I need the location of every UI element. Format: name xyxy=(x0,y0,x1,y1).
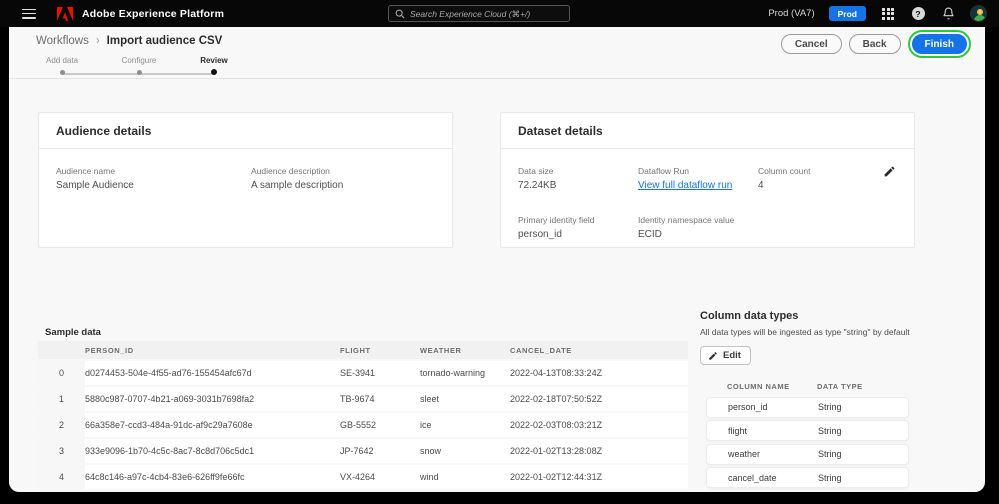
data-size-field: Data size 72.24KB xyxy=(518,166,556,191)
table-row: 4 64c8c146-a97c-4cb4-83e6-626ff9fe66fc V… xyxy=(38,465,688,489)
dataflow-run-field: Dataflow Run View full dataflow run xyxy=(638,166,732,191)
pencil-icon xyxy=(708,351,718,361)
user-avatar[interactable] xyxy=(970,5,987,22)
identity-namespace-field: Identity namespace value ECID xyxy=(638,215,734,240)
column-data-types-panel: Column data types All data types will be… xyxy=(700,310,924,491)
sample-data-title: Sample data xyxy=(45,327,101,338)
breadcrumb-workflows-link[interactable]: Workflows xyxy=(36,35,89,47)
hamburger-menu-icon[interactable] xyxy=(22,9,36,19)
audience-details-card: Audience details Audience name Sample Au… xyxy=(38,112,453,248)
back-button[interactable]: Back xyxy=(849,34,901,54)
column-count-field: Column count 4 xyxy=(758,166,810,191)
header-divider xyxy=(9,78,985,79)
finish-button-highlight: Finish xyxy=(908,30,971,58)
cancel-button[interactable]: Cancel xyxy=(781,34,842,54)
environment-label: Prod (VA7) xyxy=(768,8,814,19)
search-icon xyxy=(395,9,405,19)
environment-badge[interactable]: Prod xyxy=(829,6,866,21)
audience-description-field: Audience description A sample descriptio… xyxy=(251,166,343,191)
table-row: 0 d0274453-504e-4f55-ad76-155454afc67d S… xyxy=(38,361,688,385)
workflow-steps: Add data Configure Review xyxy=(29,56,239,78)
list-item: flight String xyxy=(706,420,909,441)
sample-data-table: PERSON_ID FLIGHT WEATHER CANCEL_DATE 0 d… xyxy=(38,341,688,492)
step-review[interactable]: Review xyxy=(181,56,247,75)
breadcrumb: Workflows › Import audience CSV xyxy=(36,35,222,47)
list-item: weather String xyxy=(706,444,909,465)
table-row: 3 933e9096-1b70-4c5c-8ac7-8c8d706c5dc1 J… xyxy=(38,439,688,463)
page-title: Import audience CSV xyxy=(107,35,223,47)
adobe-logo-icon xyxy=(56,6,73,21)
notifications-bell-icon[interactable] xyxy=(940,6,956,22)
table-row: 1 5880c987-0707-4b21-a069-3031b7698fa2 T… xyxy=(38,387,688,411)
dataset-details-title: Dataset details xyxy=(518,124,603,138)
view-dataflow-run-link[interactable]: View full dataflow run xyxy=(638,180,732,191)
step-dot xyxy=(137,70,142,75)
finish-button[interactable]: Finish xyxy=(912,34,967,54)
breadcrumb-separator: › xyxy=(96,35,100,47)
audience-name-field: Audience name Sample Audience xyxy=(56,166,134,191)
list-item: person_id String xyxy=(706,397,909,418)
edit-data-types-button[interactable]: Edit xyxy=(700,346,751,365)
dataset-details-card: Dataset details Data size 72.24KB Datafl… xyxy=(500,112,915,248)
sample-data-header-row: PERSON_ID FLIGHT WEATHER CANCEL_DATE xyxy=(38,341,688,359)
help-icon[interactable]: ? xyxy=(910,6,926,22)
edit-dataset-pencil-icon[interactable] xyxy=(883,165,896,178)
column-data-types-subtitle: All data types will be ingested as type … xyxy=(700,327,924,337)
search-box[interactable] xyxy=(388,5,570,22)
step-dot xyxy=(60,70,65,75)
main-content: Workflows › Import audience CSV Cancel B… xyxy=(9,27,985,492)
step-configure[interactable]: Configure xyxy=(106,56,172,75)
primary-identity-field: Primary identity field person_id xyxy=(518,215,595,240)
column-data-types-title: Column data types xyxy=(700,310,924,322)
column-types-header-row: COLUMN NAME DATA TYPE xyxy=(700,382,924,391)
app-switcher-grid-icon[interactable] xyxy=(880,6,896,22)
table-row: 2 66a358e7-ccd3-484a-91dc-af9c29a7608e G… xyxy=(38,413,688,437)
list-item: cancel_date String xyxy=(706,467,909,488)
audience-details-title: Audience details xyxy=(56,124,151,138)
step-dot xyxy=(211,69,217,75)
step-add-data[interactable]: Add data xyxy=(29,56,95,75)
search-input[interactable] xyxy=(410,9,563,19)
top-bar: Adobe Experience Platform Prod (VA7) Pro… xyxy=(0,0,999,27)
app-title: Adobe Experience Platform xyxy=(82,8,224,20)
